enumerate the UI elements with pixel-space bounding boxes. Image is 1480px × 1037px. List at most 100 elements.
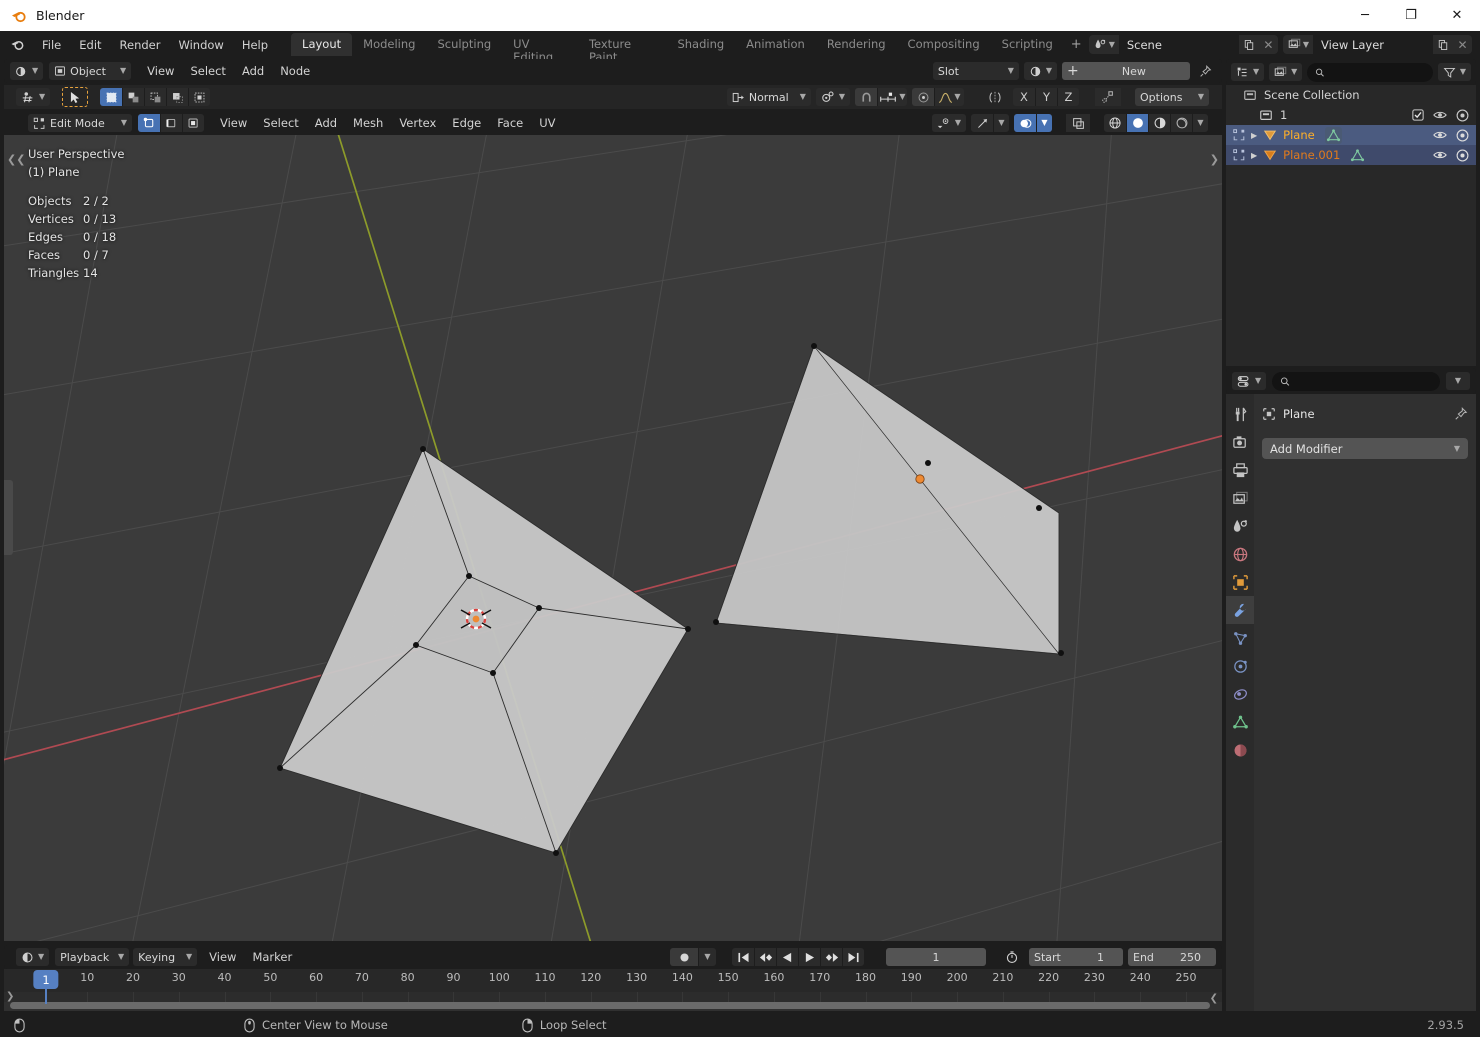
auto-keyframe-button[interactable] — [670, 948, 698, 966]
timeline-editor-type-selector[interactable]: ▼ — [16, 948, 50, 966]
solid-shading-button[interactable] — [1126, 114, 1148, 132]
node-menu-node[interactable]: Node — [272, 61, 318, 81]
jump-to-next-keyframe-button[interactable] — [820, 948, 842, 966]
visibility-selector[interactable]: ▼ — [931, 114, 966, 132]
mesh-triangle-icon[interactable] — [1324, 126, 1342, 144]
view3d-menu-vertex[interactable]: Vertex — [391, 113, 444, 133]
keying-menu[interactable]: Keying ▼ — [133, 948, 198, 966]
pin-icon[interactable] — [1195, 64, 1216, 78]
properties-tab-physics[interactable] — [1226, 652, 1254, 680]
view3d-menu-mesh[interactable]: Mesh — [345, 113, 391, 133]
close-button[interactable]: ✕ — [1434, 0, 1480, 31]
snap-magnet-icon[interactable] — [855, 88, 877, 106]
wireframe-shading-button[interactable] — [1104, 114, 1126, 132]
3d-viewport[interactable]: ❮❮ ❯ User Perspective (1) Plane Objects 2… — [4, 135, 1222, 941]
properties-tab-object-data[interactable] — [1226, 708, 1254, 736]
properties-tab-constraints[interactable] — [1226, 680, 1254, 708]
timeline-ruler[interactable]: 10 20 30 40 50 60 70 80 90 100 110 120 130 140 150 160 1… — [4, 969, 1222, 992]
eye-icon[interactable] — [1433, 149, 1447, 161]
workspace-tab-rendering[interactable]: Rendering — [816, 33, 897, 56]
menu-edit[interactable]: Edit — [70, 35, 110, 55]
select-subtract-button[interactable] — [144, 88, 167, 106]
properties-tab-modifier[interactable] — [1226, 596, 1254, 624]
properties-tab-material[interactable] — [1226, 736, 1254, 764]
mirror-x-icon[interactable] — [982, 88, 1008, 106]
view3d-menu-add[interactable]: Add — [307, 113, 345, 133]
properties-tab-world[interactable] — [1226, 540, 1254, 568]
properties-tab-output[interactable] — [1226, 456, 1254, 484]
view3d-menu-uv[interactable]: UV — [531, 113, 563, 133]
new-material-button[interactable]: + New — [1062, 62, 1190, 80]
node-menu-view[interactable]: View — [139, 61, 182, 81]
timeline-menu-marker[interactable]: Marker — [244, 947, 300, 967]
properties-tab-view-layer[interactable] — [1226, 484, 1254, 512]
workspace-tab-scripting[interactable]: Scripting — [991, 33, 1064, 56]
mesh-triangle-icon[interactable] — [1350, 148, 1365, 163]
remove-view-layer-button[interactable]: ✕ — [1453, 35, 1472, 54]
current-frame-field[interactable]: 1 — [886, 948, 986, 966]
disclosure-triangle-icon[interactable]: ▶ — [1251, 151, 1257, 160]
toolbar-expand-icon[interactable]: ❮❮ — [7, 153, 25, 166]
material-slot-selector[interactable]: Slot ▼ — [932, 62, 1019, 80]
properties-tab-scene[interactable] — [1226, 512, 1254, 540]
edge-select-mode-button[interactable] — [160, 114, 182, 132]
material-preview-shading-button[interactable] — [1148, 114, 1170, 132]
mirror-axis-x-button[interactable]: X — [1013, 88, 1035, 106]
new-view-layer-button[interactable] — [1433, 35, 1453, 54]
node-menu-add[interactable]: Add — [234, 61, 272, 81]
editor-type-selector[interactable]: ▼ — [10, 62, 44, 80]
properties-tab-object[interactable] — [1226, 568, 1254, 596]
new-scene-button[interactable] — [1238, 35, 1259, 54]
view3d-menu-edge[interactable]: Edge — [444, 113, 489, 133]
workspace-tab-texture-paint[interactable]: Texture Paint — [578, 33, 667, 64]
viewport-sidebar-toggle[interactable] — [4, 480, 13, 555]
proportional-edit-toggle[interactable] — [912, 88, 934, 106]
timeline-sidebar-expand-icon[interactable]: ❮ — [1210, 993, 1218, 1004]
select-extend-button[interactable] — [122, 88, 145, 106]
outliner-display-mode-selector[interactable]: ▼ — [1269, 63, 1303, 81]
frame-end-field[interactable]: End 250 — [1128, 948, 1216, 966]
select-intersect-button[interactable] — [188, 88, 211, 106]
add-workspace-button[interactable]: + — [1064, 33, 1089, 56]
outliner-row-plane[interactable]: ▶ Plane — [1226, 125, 1476, 145]
rendered-shading-button[interactable] — [1170, 114, 1192, 132]
outliner-editor-type-selector[interactable]: ▼ — [1231, 63, 1265, 81]
snap-target-selector[interactable]: ▼ — [877, 88, 907, 106]
outliner-row-plane-001[interactable]: ▶ Plane.001 — [1226, 145, 1476, 165]
outliner-filter-button[interactable]: ▼ — [1437, 63, 1471, 81]
scene-selector[interactable]: ▼ Scene ✕ — [1088, 35, 1278, 54]
toggle-xray-button[interactable] — [1066, 114, 1090, 132]
menu-file[interactable]: File — [33, 35, 70, 55]
auto-keying-options-chevron-icon[interactable]: ▼ — [698, 948, 716, 966]
node-menu-select[interactable]: Select — [182, 61, 233, 81]
shading-options-chevron-icon[interactable]: ▼ — [1192, 114, 1208, 132]
properties-tab-tool[interactable] — [1226, 400, 1254, 428]
eye-icon[interactable] — [1433, 129, 1447, 141]
view3d-menu-face[interactable]: Face — [489, 113, 531, 133]
select-invert-button[interactable] — [166, 88, 189, 106]
menu-render[interactable]: Render — [111, 35, 170, 55]
properties-editor-type-selector[interactable]: ▼ — [1232, 372, 1267, 390]
shader-type-selector[interactable]: Object ▼ — [49, 62, 132, 80]
browse-material-button[interactable]: ▼ — [1023, 62, 1057, 80]
interaction-mode-selector[interactable]: Edit Mode ▼ — [28, 114, 132, 132]
eye-icon[interactable] — [1433, 109, 1447, 121]
timeline-playhead[interactable]: 1 — [33, 970, 59, 989]
properties-search-input[interactable] — [1295, 374, 1432, 388]
workspace-tab-modeling[interactable]: Modeling — [352, 33, 426, 56]
jump-to-previous-keyframe-button[interactable] — [754, 948, 776, 966]
gizmo-options-chevron-icon[interactable]: ▼ — [993, 114, 1009, 132]
workspace-tab-compositing[interactable]: Compositing — [897, 33, 991, 56]
select-box-tool-button[interactable] — [100, 88, 123, 106]
frame-start-field[interactable]: Start 1 — [1029, 948, 1123, 966]
properties-tab-particles[interactable] — [1226, 624, 1254, 652]
view3d-menu-view[interactable]: View — [212, 113, 255, 133]
camera-render-icon[interactable] — [1456, 109, 1469, 122]
camera-render-icon[interactable] — [1456, 129, 1469, 142]
outliner[interactable]: Scene Collection 1 ▶ Plane ▶ Plane.001 — [1226, 85, 1476, 366]
workspace-tab-shading[interactable]: Shading — [666, 33, 735, 56]
blender-menu-icon[interactable] — [10, 37, 25, 52]
disclosure-triangle-icon[interactable]: ▶ — [1251, 131, 1257, 140]
jump-to-end-button[interactable] — [842, 948, 864, 966]
workspace-tab-uv-editing[interactable]: UV Editing — [502, 33, 578, 64]
